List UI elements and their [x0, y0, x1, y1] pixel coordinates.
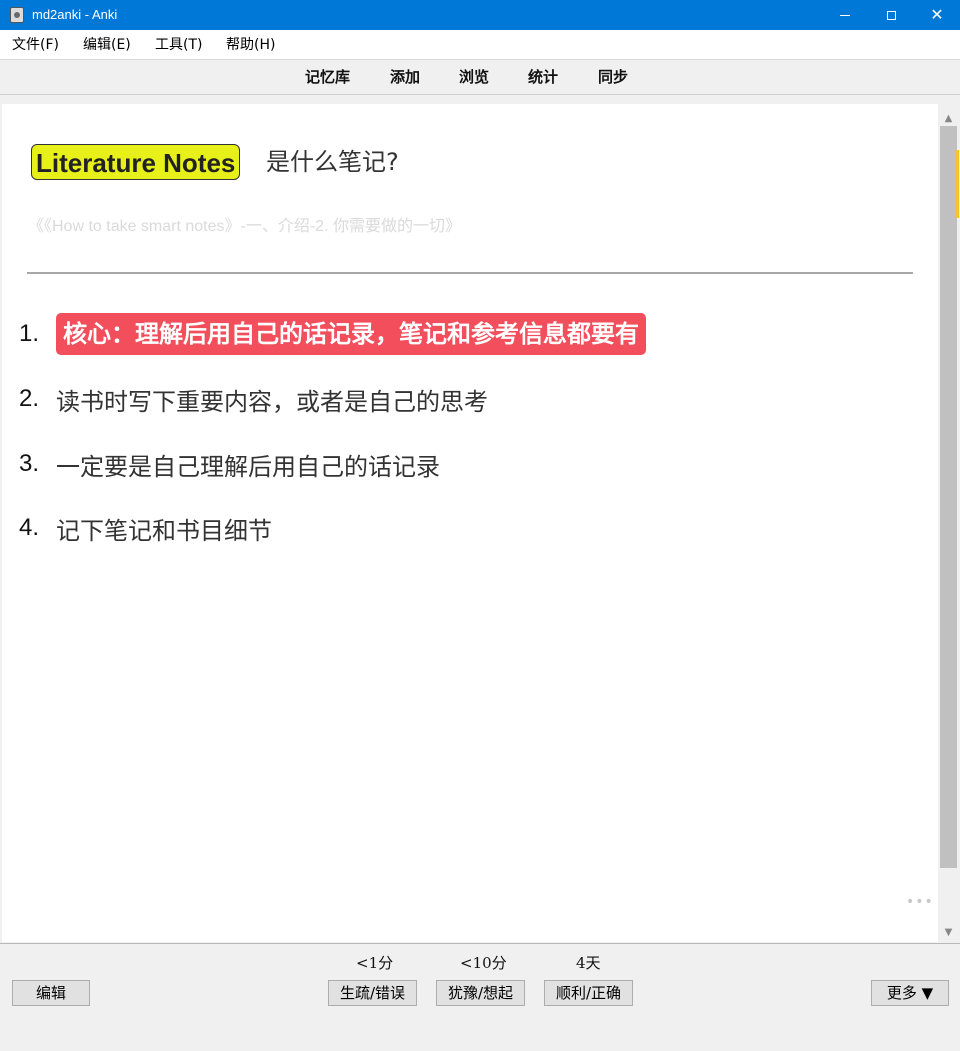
interval-again: <1分: [356, 954, 394, 972]
answer-item: 4. 记下笔记和书目细节: [19, 507, 272, 549]
scroll-thumb[interactable]: [940, 126, 957, 868]
toolbar-sync[interactable]: 同步: [598, 69, 628, 85]
good-button[interactable]: 顺利/正确: [544, 980, 633, 1006]
answer-highlight: 核心：理解后用自己的话记录，笔记和参考信息都要有: [56, 313, 646, 355]
answer-number: 3.: [19, 450, 40, 477]
more-dots-icon[interactable]: •••: [906, 894, 934, 910]
answer-number: 4.: [19, 514, 40, 541]
close-icon: ✕: [930, 5, 944, 24]
question-badge: Literature Notes: [31, 144, 241, 180]
menu-edit[interactable]: 编辑(E): [83, 37, 131, 53]
close-button[interactable]: ✕: [914, 0, 960, 30]
review-bottom-bar: 编辑 <1分 <10分 4天 生疏/错误 犹豫/想起 顺利/正确 更多 ▼: [0, 943, 960, 1051]
scroll-marker: [955, 150, 959, 218]
answer-number: 1.: [19, 320, 40, 347]
hard-button[interactable]: 犹豫/想起: [436, 980, 525, 1006]
scroll-down-arrow-icon[interactable]: ▼: [938, 922, 959, 942]
toolbar-browse[interactable]: 浏览: [459, 69, 489, 85]
again-button[interactable]: 生疏/错误: [328, 980, 417, 1006]
answer-number: 2.: [19, 385, 40, 412]
menu-bar: 文件(F) 编辑(E) 工具(T) 帮助(H): [0, 30, 960, 60]
answer-text: 记下笔记和书目细节: [56, 516, 272, 545]
menu-tools[interactable]: 工具(T): [155, 37, 202, 53]
answer-item: 3. 一定要是自己理解后用自己的话记录: [19, 443, 440, 485]
toolbar-add[interactable]: 添加: [390, 69, 420, 85]
scroll-up-arrow-icon[interactable]: ▲: [938, 108, 959, 128]
edit-button[interactable]: 编辑: [12, 980, 90, 1006]
title-bar: md2anki - Anki ✕: [0, 0, 960, 30]
interval-hard: <10分: [460, 954, 507, 972]
toolbar-decks[interactable]: 记忆库: [305, 69, 350, 85]
answer-text: 读书时写下重要内容，或者是自己的思考: [56, 387, 488, 416]
source-reference: 《《How to take smart notes》-一、介绍-2. 你需要做的…: [28, 218, 461, 235]
main-toolbar: 记忆库 添加 浏览 统计 同步: [0, 60, 960, 95]
answer-text: 一定要是自己理解后用自己的话记录: [56, 452, 440, 481]
app-icon: [10, 7, 24, 23]
question-text: 是什么笔记?: [266, 148, 399, 176]
minimize-button[interactable]: [822, 0, 868, 30]
window-title: md2anki - Anki: [32, 7, 118, 22]
interval-good: 4天: [576, 954, 601, 972]
answer-divider: [27, 272, 913, 274]
minimize-icon: [840, 14, 850, 16]
maximize-icon: [886, 10, 896, 20]
answer-item: 1. 核心：理解后用自己的话记录，笔记和参考信息都要有: [19, 313, 646, 355]
toolbar-stats[interactable]: 统计: [528, 69, 558, 85]
card-view: Literature Notes 是什么笔记? 《《How to take sm…: [2, 104, 938, 942]
menu-help[interactable]: 帮助(H): [226, 37, 275, 53]
maximize-button[interactable]: [868, 0, 914, 30]
more-button[interactable]: 更多 ▼: [871, 980, 949, 1006]
answer-item: 2. 读书时写下重要内容，或者是自己的思考: [19, 378, 488, 420]
vertical-scrollbar[interactable]: ▲ ▼: [938, 104, 959, 942]
menu-file[interactable]: 文件(F): [12, 37, 59, 53]
